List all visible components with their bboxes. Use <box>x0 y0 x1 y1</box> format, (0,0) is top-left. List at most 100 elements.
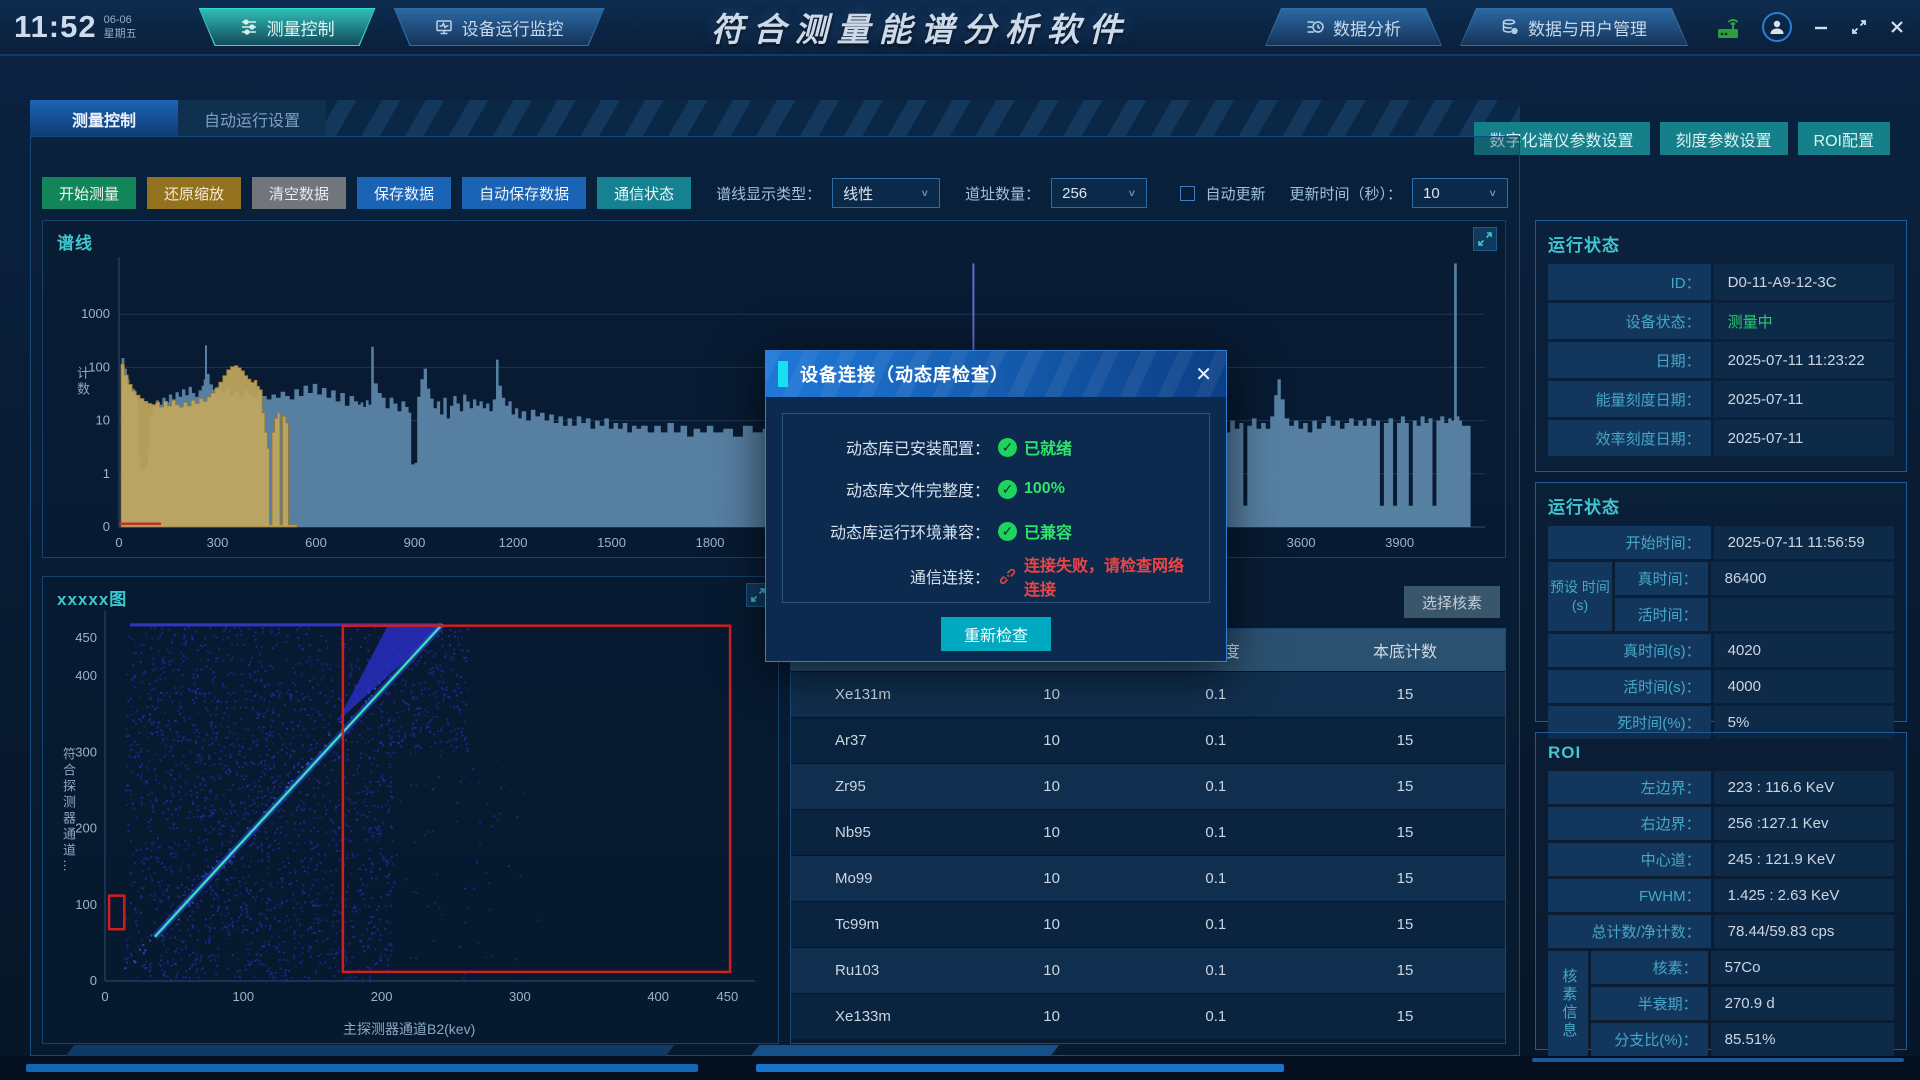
panel-title: ROI <box>1548 743 1894 763</box>
roi-row-counts: 总计数/净计数：78.44/59.83 cps <box>1548 915 1894 948</box>
svg-text:0: 0 <box>90 973 97 988</box>
nav-data-analysis[interactable]: 数据分析 <box>1265 8 1442 46</box>
svg-text:3900: 3900 <box>1385 535 1414 550</box>
nav-label: 设备运行监控 <box>462 15 564 40</box>
nuclide-info-group: 核素信息 核素： 57Co 半衰期： 270.9 d 分支比(%)： 85.51… <box>1548 951 1894 1056</box>
panel-title: 运行状态 <box>1548 493 1894 518</box>
check-row-compat: 动态库运行环境兼容： ✓ 已兼容 <box>793 510 1199 552</box>
display-type-value: 线性 <box>843 183 873 204</box>
svg-text:1: 1 <box>103 466 110 481</box>
footer-deco <box>751 1045 1060 1056</box>
display-type-label: 谱线显示类型： <box>716 183 821 204</box>
check-row-installed: 动态库已安装配置： ✓ 已就绪 <box>793 426 1199 468</box>
chevron-down-icon: ∨ <box>920 187 929 198</box>
dialog-close-button[interactable]: ✕ <box>1195 362 1212 387</box>
auto-update-group: 自动更新 更新时间（秒）： 10 ∨ <box>1180 178 1508 208</box>
database-gear-icon <box>1501 18 1519 36</box>
svg-text:100: 100 <box>232 989 254 1004</box>
nav-data-user-management[interactable]: 数据与用户管理 <box>1460 8 1688 46</box>
roi-config-button[interactable]: ROI配置 <box>1798 122 1890 155</box>
check-list: 动态库已安装配置： ✓ 已就绪 动态库文件完整度： ✓ 100% 动态库运行环境… <box>782 413 1210 603</box>
panel-title: 运行状态 <box>1548 231 1894 256</box>
title-accent-bar <box>778 361 788 387</box>
nuclide-info-label: 核素信息 <box>1548 951 1588 1056</box>
footer-segment <box>756 1064 1284 1072</box>
update-interval-value: 10 <box>1423 185 1440 202</box>
maximize-icon <box>1850 18 1868 36</box>
tab-strip: 测量控制 自动运行设置 <box>30 100 1520 137</box>
nav-label: 数据分析 <box>1333 15 1401 40</box>
close-icon <box>1888 18 1906 36</box>
channel-count-label: 道址数量： <box>965 183 1040 204</box>
user-avatar[interactable] <box>1762 12 1792 42</box>
tab-measure-control[interactable]: 测量控制 <box>30 100 178 137</box>
svg-text:400: 400 <box>647 989 669 1004</box>
channel-count-select[interactable]: 256 ∨ <box>1051 178 1147 208</box>
select-nuclide-button[interactable]: 选择核素 <box>1404 586 1500 618</box>
sliders-icon <box>240 18 258 36</box>
scatter-chart[interactable]: 01002003004004500100200300400450 <box>47 605 775 1021</box>
nuclide-table: 确定度 本底计数 Xe131m100.115 Ar37100.115 Zr951… <box>790 628 1506 1044</box>
table-row[interactable]: Xe133m100.115 <box>791 993 1505 1039</box>
monitor-icon <box>435 18 453 36</box>
svg-text:300: 300 <box>509 989 531 1004</box>
footer-segment <box>26 1064 698 1072</box>
roi-row-right-bound: 右边界：256 :127.1 Kev <box>1548 807 1894 840</box>
table-row[interactable]: Zr95100.115 <box>791 763 1505 809</box>
tab-auto-run-settings[interactable]: 自动运行设置 <box>178 100 326 137</box>
svg-text:1200: 1200 <box>499 535 528 550</box>
channel-count-value: 256 <box>1062 185 1087 202</box>
minimize-button[interactable] <box>1812 18 1830 36</box>
roi-row-left-bound: 左边界：223 : 116.6 KeV <box>1548 771 1894 804</box>
table-row[interactable]: Ar37100.115 <box>791 717 1505 763</box>
dialog-title-bar: 设备连接（动态库检查） ✕ <box>766 351 1226 397</box>
svg-text:450: 450 <box>716 989 738 1004</box>
status-row-id: ID：D0-11-A9-12-3C <box>1548 264 1894 300</box>
table-row[interactable]: Tc99m100.115 <box>791 901 1505 947</box>
svg-text:0: 0 <box>103 519 110 534</box>
clear-data-button[interactable]: 清空数据 <box>252 177 346 209</box>
display-type-select[interactable]: 线性 ∨ <box>832 178 940 208</box>
nav-label: 测量控制 <box>267 15 335 40</box>
spectrum-expand-button[interactable] <box>1473 227 1497 251</box>
auto-save-button[interactable]: 自动保存数据 <box>462 177 586 209</box>
status-row-energy-cal: 能量刻度日期：2025-07-11 <box>1548 381 1894 417</box>
update-interval-select[interactable]: 10 ∨ <box>1412 178 1508 208</box>
svg-text:0: 0 <box>101 989 108 1004</box>
nav-right: 数据分析 数据与用户管理 <box>1265 8 1688 46</box>
nav-device-monitor[interactable]: 设备运行监控 <box>394 8 605 46</box>
clock-time: 11:52 <box>14 9 97 45</box>
recheck-button[interactable]: 重新检查 <box>941 617 1051 651</box>
start-measure-button[interactable]: 开始测量 <box>42 177 136 209</box>
table-row[interactable]: Ru103100.115 <box>791 947 1505 993</box>
svg-text:450: 450 <box>75 630 97 645</box>
network-device-icon[interactable] <box>1714 13 1742 41</box>
table-row[interactable]: Xe131m100.115 <box>791 671 1505 717</box>
table-row[interactable]: Mo99100.115 <box>791 855 1505 901</box>
status-row-start-time: 开始时间：2025-07-11 11:56:59 <box>1548 526 1894 559</box>
table-row[interactable]: Nb95100.115 <box>791 809 1505 855</box>
auto-update-checkbox[interactable] <box>1180 186 1195 201</box>
scatter-x-axis-label: 主探测器通道B2(kev) <box>343 1019 475 1039</box>
broken-link-icon <box>998 567 1017 586</box>
spectrum-panel-title: 谱线 <box>57 229 93 254</box>
close-button[interactable] <box>1888 18 1906 36</box>
analysis-clock-icon <box>1306 18 1324 36</box>
update-interval-label: 更新时间（秒）： <box>1289 183 1402 204</box>
check-row-connection: 通信连接： 连接失败，请检查网络连接 <box>793 552 1199 594</box>
maximize-button[interactable] <box>1850 18 1868 36</box>
svg-text:10: 10 <box>96 413 110 428</box>
save-data-button[interactable]: 保存数据 <box>357 177 451 209</box>
chevron-down-icon: ∨ <box>1127 187 1136 198</box>
comm-status-button[interactable]: 通信状态 <box>597 177 691 209</box>
svg-text:300: 300 <box>75 744 97 759</box>
auto-update-label: 自动更新 <box>1205 183 1265 204</box>
reset-zoom-button[interactable]: 还原缩放 <box>147 177 241 209</box>
app-title: 符合测量能谱分析软件 <box>605 3 1237 51</box>
nav-measure-control[interactable]: 测量控制 <box>199 8 376 46</box>
status-row-live-time: 活时间(s)：4000 <box>1548 670 1894 703</box>
calibration-params-button[interactable]: 刻度参数设置 <box>1660 122 1788 155</box>
minimize-icon <box>1812 18 1830 36</box>
status-row-true-time: 真时间(s)：4020 <box>1548 634 1894 667</box>
check-ok-icon: ✓ <box>998 438 1017 457</box>
